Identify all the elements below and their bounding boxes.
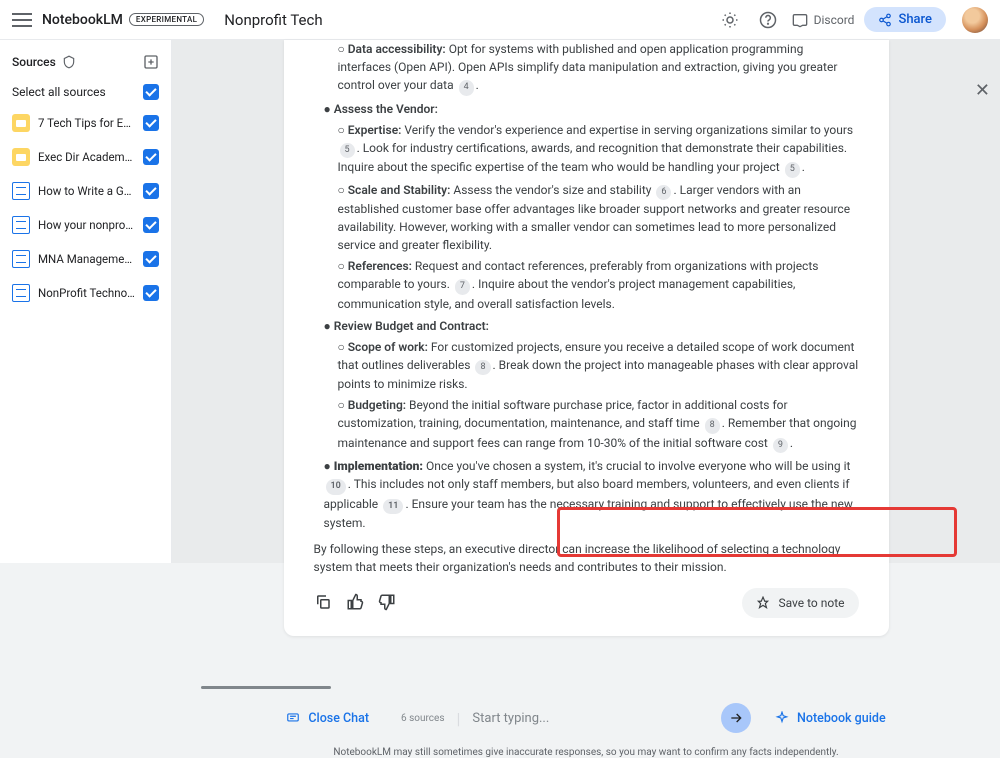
sidebar-item-source[interactable]: How your nonprofit ca... [0,208,171,242]
arrow-right-icon [728,710,744,726]
chat-icon [286,711,300,725]
add-source-icon[interactable] [143,54,159,70]
page-title: Nonprofit Tech [224,11,322,29]
citation-5[interactable]: 5 [340,143,355,159]
shield-icon [62,55,76,69]
impl-heading: ● Implementation: Once you've chosen a s… [324,457,859,532]
share-label: Share [898,12,932,27]
conclusion-text: By following these steps, an executive d… [314,540,859,576]
document-icon [12,216,30,234]
logo-text: NotebookLM [42,12,123,28]
citation-9[interactable]: 9 [773,438,788,454]
discord-link[interactable]: Discord [792,12,855,28]
suggestion-scrollbar[interactable] [201,686,971,689]
source-label: MNA Management Ma... [38,252,135,266]
checkbox-icon[interactable] [143,149,159,165]
close-chat-button[interactable]: Close Chat [286,711,369,726]
slides-icon [12,148,30,166]
select-all-sources[interactable]: Select all sources [0,78,171,106]
chat-placeholder: Start typing... [472,711,709,726]
chat-input[interactable]: 6 sources | Start typing... [387,699,757,737]
sidebar-item-source[interactable]: How to Write a Grant... [0,174,171,208]
topbar: NotebookLM EXPERIMENTAL Nonprofit Tech D… [0,0,1000,40]
copy-icon[interactable] [314,593,334,613]
disclaimer-text: NotebookLM may still sometimes give inac… [172,747,1000,758]
source-count: 6 sources [401,713,444,724]
source-label: How your nonprofit ca... [38,218,135,232]
pin-icon [756,596,770,610]
content-area: ✕ ○ Data accessibility: Opt for systems … [172,40,1000,563]
sidebar: Sources Select all sources 7 Tech Tips f… [0,40,172,563]
thumbs-up-icon[interactable] [346,593,366,613]
checkbox-icon[interactable] [143,251,159,267]
citation-7[interactable]: 7 [455,279,470,295]
document-icon [12,182,30,200]
citation-6[interactable]: 6 [656,185,671,201]
notebook-guide-label: Notebook guide [797,711,886,726]
budget-heading: ● Review Budget and Contract: [324,317,859,335]
save-to-note-button[interactable]: Save to note [742,588,858,618]
notebook-guide-button[interactable]: Notebook guide [775,711,886,726]
checkbox-icon[interactable] [143,115,159,131]
source-label: How to Write a Grant... [38,184,135,198]
sources-label: Sources [12,55,56,69]
source-label: Exec Dir Academy 20... [38,150,135,164]
sidebar-item-source[interactable]: MNA Management Ma... [0,242,171,276]
citation-5b[interactable]: 5 [785,162,800,178]
document-icon [12,250,30,268]
menu-icon[interactable] [12,10,32,30]
select-all-label: Select all sources [12,85,106,99]
assess-vendor-heading: ● Assess the Vendor: [324,100,859,118]
citation-8[interactable]: 8 [475,360,490,376]
avatar[interactable] [962,7,988,33]
sparkle-icon [775,711,789,725]
share-button[interactable]: Share [864,7,946,32]
sidebar-item-source[interactable]: Exec Dir Academy 20... [0,140,171,174]
checkbox-icon[interactable] [143,285,159,301]
checkbox-icon[interactable] [143,183,159,199]
citation-10[interactable]: 10 [326,479,346,495]
citation-4[interactable]: 4 [459,80,474,96]
source-label: NonProfit Technology ... [38,286,135,300]
close-icon[interactable]: ✕ [975,80,990,101]
theme-icon[interactable] [716,6,744,34]
citation-8b[interactable]: 8 [705,418,720,434]
source-label: 7 Tech Tips for Execut... [38,116,135,130]
checkbox-icon[interactable] [143,217,159,233]
send-button[interactable] [721,703,751,733]
help-icon[interactable] [754,6,782,34]
da-title: Data accessibility: [348,42,446,56]
save-note-label: Save to note [778,594,844,612]
document-icon [12,284,30,302]
discord-label: Discord [814,13,855,27]
checkbox-icon[interactable] [143,84,159,100]
slides-icon [12,114,30,132]
sidebar-item-source[interactable]: 7 Tech Tips for Execut... [0,106,171,140]
sidebar-item-source[interactable]: NonProfit Technology ... [0,276,171,310]
response-card: ○ Data accessibility: Opt for systems wi… [284,40,889,636]
logo: NotebookLM EXPERIMENTAL [42,12,204,28]
sidebar-header: Sources [0,50,171,78]
thumbs-down-icon[interactable] [378,593,398,613]
experimental-badge: EXPERIMENTAL [129,13,204,26]
close-chat-label: Close Chat [308,711,369,726]
citation-11[interactable]: 11 [383,499,403,515]
